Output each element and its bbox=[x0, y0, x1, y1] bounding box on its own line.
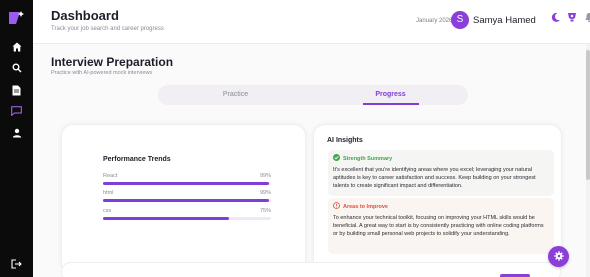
page-title: Interview Preparation bbox=[51, 55, 174, 69]
strength-summary-text: It's excellent that you're identifying a… bbox=[333, 167, 536, 190]
skill-name: css bbox=[103, 208, 112, 214]
bell-icon bbox=[584, 10, 590, 28]
check-circle-icon bbox=[333, 154, 340, 163]
skill-percent: 75% bbox=[259, 208, 271, 214]
header-subtitle: Track your job search and career progres… bbox=[51, 26, 164, 32]
skill-name: html bbox=[103, 190, 114, 196]
skill-name: React bbox=[103, 173, 118, 179]
skill-progress-fill bbox=[103, 217, 229, 220]
user-name[interactable]: Samya Hamed bbox=[473, 15, 536, 26]
gear-icon bbox=[553, 248, 564, 266]
sidebar-item-home[interactable] bbox=[0, 37, 33, 57]
skill-row-react: React 99% bbox=[103, 173, 271, 187]
top-header: Dashboard Track your job search and care… bbox=[33, 0, 590, 44]
ai-insights-title: AI Insights bbox=[327, 137, 363, 144]
skill-progress-track bbox=[103, 182, 271, 185]
user-icon bbox=[12, 128, 22, 138]
alert-circle-icon bbox=[333, 202, 340, 211]
header-date: January 2026 bbox=[416, 18, 453, 24]
performance-trends-card: Performance Trends React 99% html 99% cs… bbox=[61, 124, 306, 274]
areas-to-improve-box: Areas to Improve To enhance your technic… bbox=[328, 198, 554, 254]
performance-trends-title: Performance Trends bbox=[103, 156, 171, 163]
scrollbar-thumb[interactable] bbox=[586, 50, 590, 180]
trophy-icon bbox=[566, 10, 578, 28]
skill-percent: 99% bbox=[259, 173, 271, 179]
skill-progress-fill bbox=[103, 199, 270, 202]
avatar[interactable]: S bbox=[451, 11, 469, 29]
skill-row-css: css 75% bbox=[103, 208, 271, 222]
sidebar-item-interview[interactable] bbox=[0, 101, 33, 121]
skill-progress-fill bbox=[103, 182, 270, 185]
app-logo-icon[interactable] bbox=[6, 8, 26, 28]
tab-bar: Practice Progress bbox=[158, 85, 468, 105]
settings-fab-button[interactable] bbox=[548, 246, 569, 267]
tab-progress[interactable]: Progress bbox=[313, 85, 468, 105]
skill-percent: 99% bbox=[259, 190, 271, 196]
skill-progress-track bbox=[103, 199, 271, 202]
sidebar-item-documents[interactable] bbox=[0, 80, 33, 100]
document-icon bbox=[12, 85, 21, 96]
logout-icon bbox=[11, 259, 22, 269]
home-icon bbox=[12, 42, 22, 52]
tab-practice[interactable]: Practice bbox=[158, 85, 313, 105]
notifications-button[interactable] bbox=[582, 12, 590, 26]
logout-button[interactable] bbox=[0, 254, 33, 274]
moon-icon bbox=[550, 10, 561, 28]
areas-to-improve-heading: Areas to Improve bbox=[343, 203, 388, 210]
active-tab-indicator bbox=[363, 103, 419, 105]
achievements-button[interactable] bbox=[565, 12, 579, 26]
header-title: Dashboard bbox=[51, 8, 119, 23]
page-subtitle: Practice with AI-powered mock interviews bbox=[51, 70, 153, 76]
ai-insights-card: AI Insights Strength Summary It's excell… bbox=[313, 124, 562, 274]
strength-summary-heading: Strength Summary bbox=[343, 155, 393, 162]
sidebar bbox=[0, 0, 33, 277]
page-scrollbar[interactable] bbox=[586, 44, 590, 277]
dark-mode-toggle[interactable] bbox=[548, 12, 562, 26]
main-content: Interview Preparation Practice with AI-p… bbox=[33, 44, 586, 277]
sidebar-item-profile[interactable] bbox=[0, 123, 33, 143]
areas-to-improve-text: To enhance your technical toolkit, focus… bbox=[333, 215, 544, 238]
skill-progress-track bbox=[103, 217, 271, 220]
next-section-card bbox=[61, 262, 561, 277]
sidebar-item-search[interactable] bbox=[0, 58, 33, 78]
skill-row-html: html 99% bbox=[103, 190, 271, 204]
search-icon bbox=[12, 63, 22, 73]
strength-summary-box: Strength Summary It's excellent that you… bbox=[328, 150, 554, 196]
chat-icon bbox=[11, 106, 22, 116]
